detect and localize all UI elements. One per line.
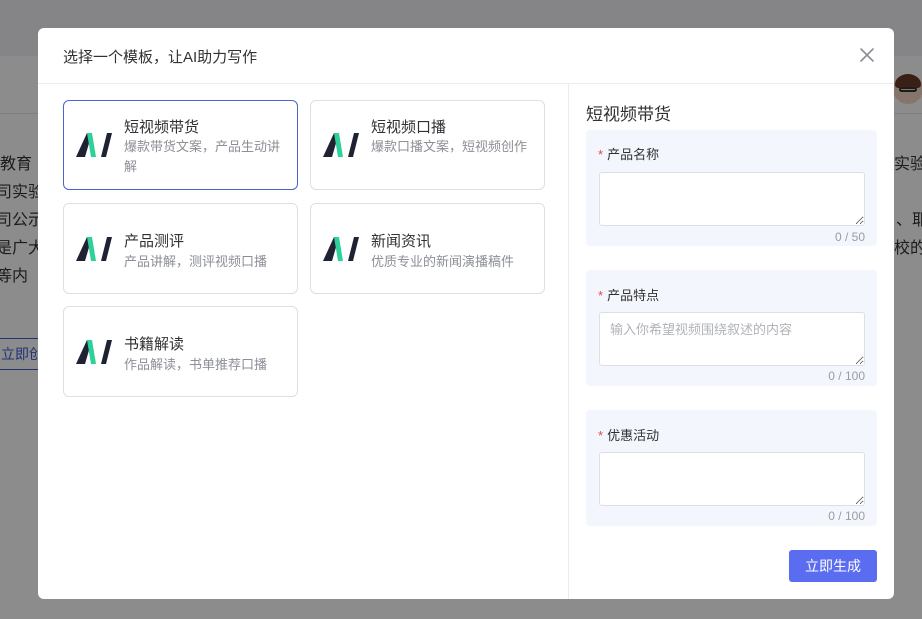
template-name: 短视频口播 <box>371 119 447 136</box>
template-card-book-review[interactable]: 书籍解读 作品解读，书单推荐口播 <box>63 306 298 397</box>
ai-logo-icon <box>76 237 112 261</box>
template-name: 书籍解读 <box>124 336 185 353</box>
ai-logo-icon <box>76 340 112 364</box>
required-mark: * <box>598 147 604 162</box>
generate-button[interactable]: 立即生成 <box>789 550 877 582</box>
required-mark: * <box>598 288 604 303</box>
template-card-product-review[interactable]: 产品测评 产品讲解，测评视频口播 <box>63 203 298 294</box>
ai-logo-icon <box>323 133 359 157</box>
template-card-short-video-talk[interactable]: 短视频口播 爆款口播文案，短视频创作 <box>310 100 545 190</box>
field-product-features: *产品特点 0 / 100 <box>586 270 877 386</box>
template-description: 产品讲解，测评视频口播 <box>124 254 268 269</box>
field-label-text: 产品名称 <box>607 147 660 162</box>
dialog-header: 选择一个模板，让AI助力写作 <box>38 28 894 84</box>
promotion-input[interactable] <box>599 452 865 506</box>
template-card-news[interactable]: 新闻资讯 优质专业的新闻演播稿件 <box>310 203 545 294</box>
template-card-short-video-sales[interactable]: 短视频带货 爆款带货文案，产品生动讲解 <box>63 100 298 190</box>
close-icon[interactable] <box>858 46 876 64</box>
template-dialog: 选择一个模板，让AI助力写作 短视频带货 爆款带货文案，产品生动讲解 短视频口播… <box>38 28 894 599</box>
product-features-input[interactable] <box>599 312 865 366</box>
char-counter: 0 / 100 <box>828 509 865 523</box>
required-mark: * <box>598 428 604 443</box>
template-name: 产品测评 <box>124 233 185 250</box>
field-promotion: * 优惠活动 0 / 100 <box>586 410 877 526</box>
template-name: 新闻资讯 <box>371 233 432 250</box>
field-label: * 优惠活动 <box>598 425 659 444</box>
form-title: 短视频带货 <box>586 105 671 124</box>
template-list: 短视频带货 爆款带货文案，产品生动讲解 短视频口播 爆款口播文案，短视频创作 产… <box>38 84 569 599</box>
template-description: 作品解读，书单推荐口播 <box>124 357 268 372</box>
ai-logo-icon <box>76 133 112 157</box>
dialog-body: 短视频带货 爆款带货文案，产品生动讲解 短视频口播 爆款口播文案，短视频创作 产… <box>38 84 894 599</box>
template-description: 爆款口播文案，短视频创作 <box>371 139 528 154</box>
field-label: * 产品特点 <box>598 285 659 304</box>
product-name-input[interactable] <box>599 172 865 226</box>
dialog-title: 选择一个模板，让AI助力写作 <box>63 49 258 66</box>
field-label-text: 产品特点 <box>607 288 660 303</box>
ai-logo-icon <box>323 237 359 261</box>
template-form: 短视频带货 *产品名称 0 / 50 *产品特点 0 / 100 *优惠活动 <box>570 84 894 599</box>
field-label-text: 优惠活动 <box>607 428 660 443</box>
char-counter: 0 / 50 <box>834 230 865 244</box>
field-product-name: * 产品名称 0 / 50 <box>586 130 877 246</box>
field-label: * 产品名称 <box>598 144 659 163</box>
template-description: 爆款带货文案，产品生动讲解 <box>124 139 281 174</box>
template-name: 短视频带货 <box>124 119 200 136</box>
char-counter: 0 / 100 <box>828 369 865 383</box>
template-description: 优质专业的新闻演播稿件 <box>371 254 515 269</box>
